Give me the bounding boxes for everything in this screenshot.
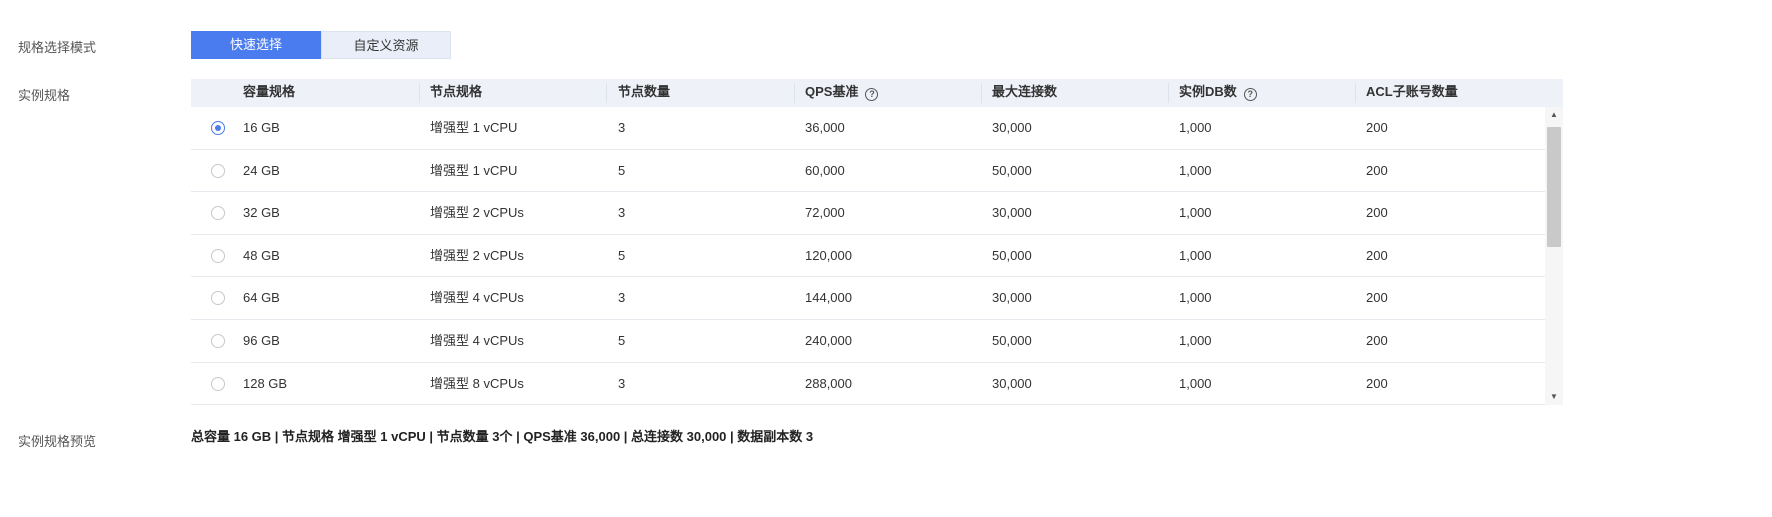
db-count-help-icon[interactable]: ?: [1243, 88, 1257, 101]
column-divider: [606, 83, 607, 103]
table-header: 容量规格 节点规格 节点数量 QPS基准? 最大连接数 实例DB数? ACL子账…: [191, 79, 1563, 107]
spec-table: 容量规格 节点规格 节点数量 QPS基准? 最大连接数 实例DB数? ACL子账…: [191, 79, 1563, 405]
cell-db-count: 1,000: [1179, 290, 1212, 306]
table-row[interactable]: 32 GB 增强型 2 vCPUs 3 72,000 30,000 1,000 200: [191, 192, 1545, 235]
header-capacity: 容量规格: [243, 84, 296, 99]
row-radio-button[interactable]: [211, 206, 225, 221]
cell-max-connections: 50,000: [992, 333, 1032, 348]
column-divider: [794, 83, 795, 103]
column-divider: [1168, 83, 1169, 103]
table-row[interactable]: 96 GB 增强型 4 vCPUs 5 240,000 50,000 1,000 200: [191, 320, 1545, 363]
cell-node-count: 3: [618, 120, 626, 135]
cell-qps: 60,000: [805, 162, 845, 178]
cell-qps: 120,000: [805, 247, 852, 263]
table-scrollbar[interactable]: ▲ ▼: [1545, 107, 1563, 405]
row-radio-button[interactable]: [211, 163, 225, 178]
header-acl-accounts: ACL子账号数量: [1366, 84, 1458, 99]
spec-preview-label: 实例规格预览: [18, 434, 97, 449]
table-row[interactable]: 48 GB 增强型 2 vCPUs 5 120,000 50,000 1,000 200: [191, 235, 1545, 278]
cell-acl-accounts: 200: [1366, 247, 1388, 263]
scroll-thumb[interactable]: [1547, 127, 1561, 247]
cell-acl-accounts: 200: [1366, 333, 1388, 348]
column-divider: [1355, 83, 1356, 103]
table-row[interactable]: 16 GB 增强型 1 vCPU 3 36,000 30,000 1,000 200: [191, 107, 1545, 150]
cell-node-spec: 增强型 4 vCPUs: [430, 333, 524, 348]
cell-capacity: 32 GB: [243, 205, 280, 221]
cell-node-spec: 增强型 4 vCPUs: [430, 290, 524, 306]
cell-acl-accounts: 200: [1366, 375, 1388, 391]
column-divider: [419, 83, 420, 103]
cell-acl-accounts: 200: [1366, 290, 1388, 306]
cell-max-connections: 50,000: [992, 162, 1032, 178]
cell-max-connections: 30,000: [992, 375, 1032, 391]
cell-db-count: 1,000: [1179, 247, 1212, 263]
cell-node-spec: 增强型 2 vCPUs: [430, 247, 524, 263]
cell-acl-accounts: 200: [1366, 120, 1388, 135]
cell-capacity: 16 GB: [243, 120, 280, 135]
table-row[interactable]: 128 GB 增强型 8 vCPUs 3 288,000 30,000 1,000 200: [191, 363, 1545, 405]
header-db-count: 实例DB数?: [1179, 79, 1257, 107]
column-divider: [981, 83, 982, 103]
row-radio-button[interactable]: [211, 121, 225, 135]
cell-db-count: 1,000: [1179, 375, 1212, 391]
cell-db-count: 1,000: [1179, 333, 1212, 348]
cell-node-spec: 增强型 8 vCPUs: [430, 375, 524, 391]
cell-capacity: 48 GB: [243, 247, 280, 263]
spec-mode-label: 规格选择模式: [18, 40, 97, 55]
cell-capacity: 96 GB: [243, 333, 280, 348]
header-node-spec: 节点规格: [430, 84, 483, 99]
cell-capacity: 64 GB: [243, 290, 280, 306]
header-max-connections: 最大连接数: [992, 84, 1058, 99]
cell-max-connections: 30,000: [992, 120, 1032, 135]
cell-max-connections: 50,000: [992, 247, 1032, 263]
scroll-down-arrow-icon[interactable]: ▼: [1545, 389, 1563, 405]
table-row[interactable]: 24 GB 增强型 1 vCPU 5 60,000 50,000 1,000 200: [191, 150, 1545, 193]
cell-node-spec: 增强型 1 vCPU: [430, 120, 518, 135]
cell-qps: 240,000: [805, 333, 852, 348]
cell-node-spec: 增强型 1 vCPU: [430, 162, 518, 178]
cell-db-count: 1,000: [1179, 205, 1212, 221]
cell-db-count: 1,000: [1179, 162, 1212, 178]
cell-acl-accounts: 200: [1366, 205, 1388, 221]
cell-node-count: 5: [618, 333, 626, 348]
scroll-up-arrow-icon[interactable]: ▲: [1545, 107, 1563, 123]
cell-qps: 144,000: [805, 290, 852, 306]
table-row[interactable]: 64 GB 增强型 4 vCPUs 3 144,000 30,000 1,000 200: [191, 277, 1545, 320]
cell-qps: 36,000: [805, 120, 845, 135]
cell-node-count: 3: [618, 205, 626, 221]
cell-qps: 72,000: [805, 205, 845, 221]
cell-node-spec: 增强型 2 vCPUs: [430, 205, 524, 221]
cell-node-count: 3: [618, 290, 626, 306]
row-radio-button[interactable]: [211, 334, 225, 348]
cell-node-count: 3: [618, 375, 626, 391]
row-radio-button[interactable]: [211, 376, 225, 391]
spec-preview-summary: 总容量 16 GB | 节点规格 增强型 1 vCPU | 节点数量 3个 | …: [191, 429, 814, 444]
qps-help-icon[interactable]: ?: [865, 88, 879, 101]
cell-db-count: 1,000: [1179, 120, 1212, 135]
custom-resource-button[interactable]: 自定义资源: [321, 31, 451, 59]
quick-select-button[interactable]: 快速选择: [191, 31, 321, 59]
row-radio-button[interactable]: [211, 248, 225, 263]
spec-mode-toggle: 快速选择 自定义资源: [191, 31, 451, 59]
cell-max-connections: 30,000: [992, 290, 1032, 306]
header-node-count: 节点数量: [618, 84, 671, 99]
row-radio-button[interactable]: [211, 291, 225, 306]
instance-spec-label: 实例规格: [18, 88, 71, 103]
cell-capacity: 128 GB: [243, 375, 288, 391]
cell-qps: 288,000: [805, 375, 852, 391]
cell-node-count: 5: [618, 247, 626, 263]
cell-max-connections: 30,000: [992, 205, 1032, 221]
cell-node-count: 5: [618, 162, 626, 178]
header-qps: QPS基准?: [805, 79, 879, 107]
cell-acl-accounts: 200: [1366, 162, 1388, 178]
cell-capacity: 24 GB: [243, 162, 280, 178]
